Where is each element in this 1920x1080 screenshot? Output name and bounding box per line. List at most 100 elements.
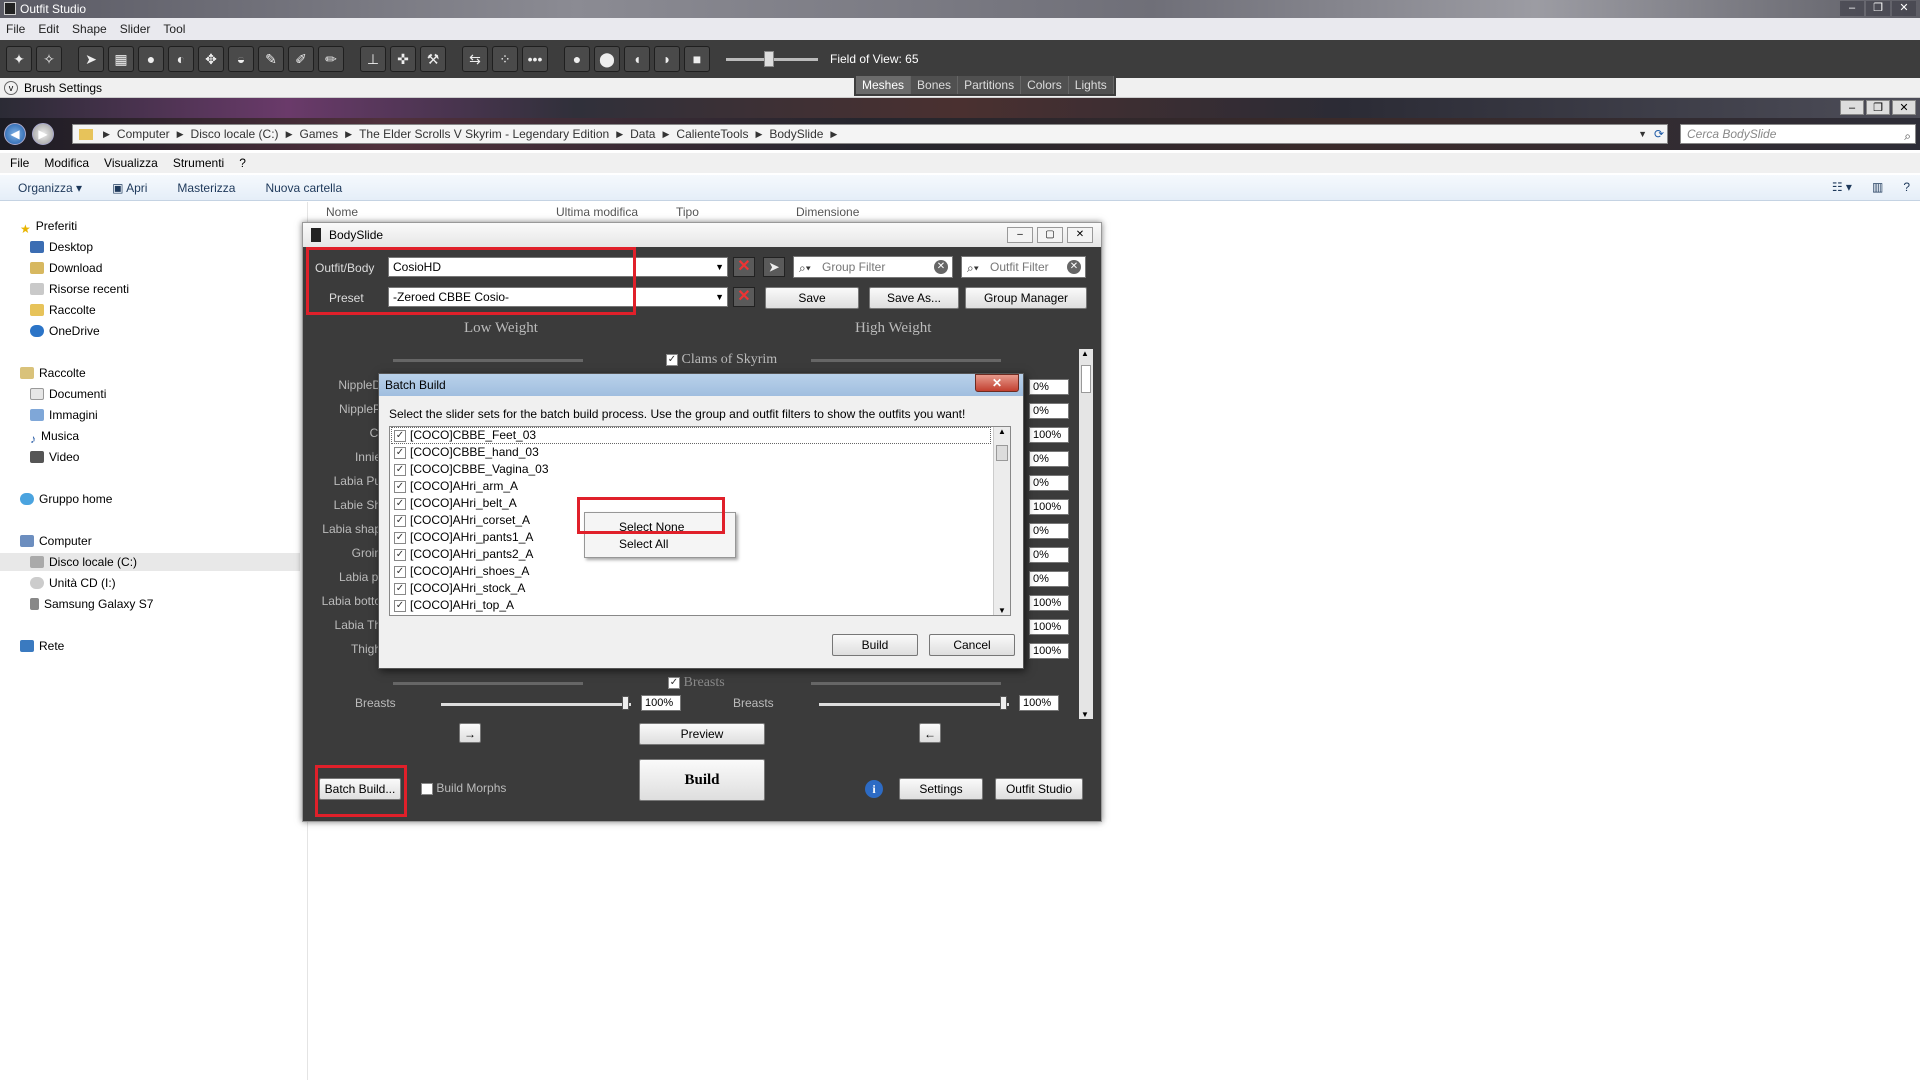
nav-cd-drive[interactable]: Unità CD (I:): [30, 574, 116, 592]
slider-value[interactable]: 0%: [1029, 379, 1069, 395]
slider-value[interactable]: 100%: [1029, 595, 1069, 611]
list-item[interactable]: ✓ [COCO]AHri_arm_A: [394, 478, 518, 495]
arrow-left-icon[interactable]: ←: [919, 723, 941, 743]
nav-images[interactable]: Immagini: [30, 406, 98, 424]
close-icon[interactable]: ✕: [975, 374, 1019, 392]
burn-button[interactable]: Masterizza: [177, 181, 235, 195]
group-manager-button[interactable]: Group Manager: [965, 287, 1087, 309]
menu-file[interactable]: File: [6, 22, 25, 36]
slider-value[interactable]: 0%: [1029, 403, 1069, 419]
nav-homegroup[interactable]: Gruppo home: [20, 490, 112, 508]
item-checkbox[interactable]: ✓: [394, 497, 406, 510]
help-icon[interactable]: ?: [1903, 180, 1910, 194]
save-as-button[interactable]: Save As...: [869, 287, 959, 309]
breasts-high-value[interactable]: 100%: [1019, 695, 1059, 711]
tab-partitions[interactable]: Partitions: [958, 76, 1022, 94]
breadcrumb[interactable]: ▶ Computer ▶ Disco locale (C:) ▶ Games ▶ Th…: [72, 124, 1668, 144]
tab-bones[interactable]: Bones: [911, 76, 959, 94]
list-item[interactable]: ✓ [COCO]CBBE_Vagina_03: [394, 461, 549, 478]
item-checkbox[interactable]: ✓: [394, 446, 406, 459]
breadcrumb-bodyslide[interactable]: BodySlide: [769, 127, 823, 141]
field-of-view-slider[interactable]: [726, 46, 818, 72]
brush-size-small-icon[interactable]: ●: [564, 46, 590, 72]
outfit-filter-input[interactable]: ⌕▾ Outfit Filter ✕: [961, 256, 1086, 278]
select-tool-icon[interactable]: ➤: [78, 46, 104, 72]
build-morphs-option[interactable]: Build Morphs: [421, 781, 506, 795]
weight-brush-icon[interactable]: ✎: [258, 46, 284, 72]
brush-size-medium-icon[interactable]: ⬤: [594, 46, 620, 72]
item-checkbox[interactable]: ✓: [394, 565, 406, 578]
explorer-minimize-button[interactable]: –: [1840, 100, 1864, 115]
wireframe-icon[interactable]: ■: [684, 46, 710, 72]
category-checkbox[interactable]: ✓: [668, 676, 680, 689]
build-button[interactable]: Build: [639, 759, 765, 801]
mask-brush-icon[interactable]: ▦: [108, 46, 134, 72]
nav-desktop[interactable]: Desktop: [30, 238, 93, 256]
forward-arrow-icon[interactable]: ▶: [32, 123, 54, 145]
menu-slider[interactable]: Slider: [120, 22, 151, 36]
breasts-low-slider-thumb[interactable]: [622, 696, 629, 710]
item-checkbox[interactable]: ✓: [394, 582, 406, 595]
list-item[interactable]: ✓ [COCO]AHri_stock_A: [394, 580, 525, 597]
organize-button[interactable]: Organizza ▾: [18, 181, 82, 195]
new-folder-button[interactable]: Nuova cartella: [265, 181, 342, 195]
arrow-right-icon[interactable]: →: [459, 723, 481, 743]
column-name[interactable]: Nome: [310, 205, 540, 223]
list-item[interactable]: ✓ [COCO]AHri_pants1_A: [394, 529, 533, 546]
brush-settings-icon[interactable]: •••: [522, 46, 548, 72]
breasts-high-slider-thumb[interactable]: [1000, 696, 1007, 710]
slider-value[interactable]: 100%: [1029, 619, 1069, 635]
list-item[interactable]: ✓ [COCO]AHri_belt_A: [394, 495, 517, 512]
breadcrumb-data[interactable]: Data: [630, 127, 655, 141]
brush-strength-icon[interactable]: ◗: [654, 46, 680, 72]
nav-documents[interactable]: Documenti: [30, 385, 106, 403]
open-button[interactable]: ▣ Apri: [112, 181, 147, 195]
explorer-maximize-button[interactable]: ❐: [1866, 100, 1890, 115]
explorer-menu-help[interactable]: ?: [239, 156, 246, 170]
pivot-icon[interactable]: ✜: [390, 46, 416, 72]
address-dropdown-icon[interactable]: ▼: [1638, 129, 1647, 139]
breasts-low-value[interactable]: 100%: [641, 695, 681, 711]
nav-recent[interactable]: Risorse recenti: [30, 280, 129, 298]
breadcrumb-disk[interactable]: Disco locale (C:): [191, 127, 279, 141]
outfit-studio-button[interactable]: Outfit Studio: [995, 778, 1083, 800]
maximize-button[interactable]: ❐: [1866, 1, 1890, 16]
nav-download[interactable]: Download: [30, 259, 102, 277]
list-item[interactable]: ✓ [COCO]CBBE_hand_03: [394, 444, 539, 461]
batch-build-confirm-button[interactable]: Build: [832, 634, 918, 656]
menu-edit[interactable]: Edit: [38, 22, 59, 36]
nav-computer[interactable]: Computer: [20, 532, 92, 550]
settings-button[interactable]: Settings: [899, 778, 983, 800]
category-breasts[interactable]: ✓ Breasts: [668, 675, 725, 691]
item-checkbox[interactable]: ✓: [394, 480, 406, 493]
column-modified[interactable]: Ultima modifica: [540, 205, 660, 223]
list-scrollbar[interactable]: ▲ ▼: [993, 427, 1010, 615]
slider-value[interactable]: 0%: [1029, 451, 1069, 467]
explorer-menu-file[interactable]: File: [10, 156, 29, 170]
slider-value[interactable]: 0%: [1029, 475, 1069, 491]
info-icon[interactable]: i: [865, 780, 883, 798]
chevron-down-icon[interactable]: v: [4, 81, 18, 95]
explorer-menu-visualizza[interactable]: Visualizza: [104, 156, 158, 170]
view-options-icon[interactable]: ☷ ▾: [1832, 180, 1852, 194]
explorer-menu-modifica[interactable]: Modifica: [44, 156, 89, 170]
deflate-brush-icon[interactable]: ◐: [168, 46, 194, 72]
preview-pane-icon[interactable]: ▥: [1872, 180, 1883, 194]
breadcrumb-computer[interactable]: Computer: [117, 127, 170, 141]
breadcrumb-games[interactable]: Games: [299, 127, 338, 141]
connected-only-icon[interactable]: ⁘: [492, 46, 518, 72]
batch-build-cancel-button[interactable]: Cancel: [929, 634, 1015, 656]
nav-raccolte-fav[interactable]: Raccolte: [30, 301, 96, 319]
bodyslide-maximize-button[interactable]: ▢: [1037, 227, 1063, 243]
nav-music[interactable]: ♪ Musica: [30, 427, 79, 446]
load-project-icon[interactable]: ✧: [36, 46, 62, 72]
clear-filter-icon[interactable]: ✕: [934, 260, 948, 274]
column-type[interactable]: Tipo: [660, 205, 780, 223]
save-button[interactable]: Save: [765, 287, 859, 309]
smooth-brush-icon[interactable]: ◒: [228, 46, 254, 72]
menu-tool[interactable]: Tool: [163, 22, 185, 36]
build-morphs-checkbox[interactable]: [421, 782, 433, 795]
tab-lights[interactable]: Lights: [1068, 76, 1114, 94]
item-checkbox[interactable]: ✓: [394, 531, 406, 544]
menu-shape[interactable]: Shape: [72, 22, 107, 36]
